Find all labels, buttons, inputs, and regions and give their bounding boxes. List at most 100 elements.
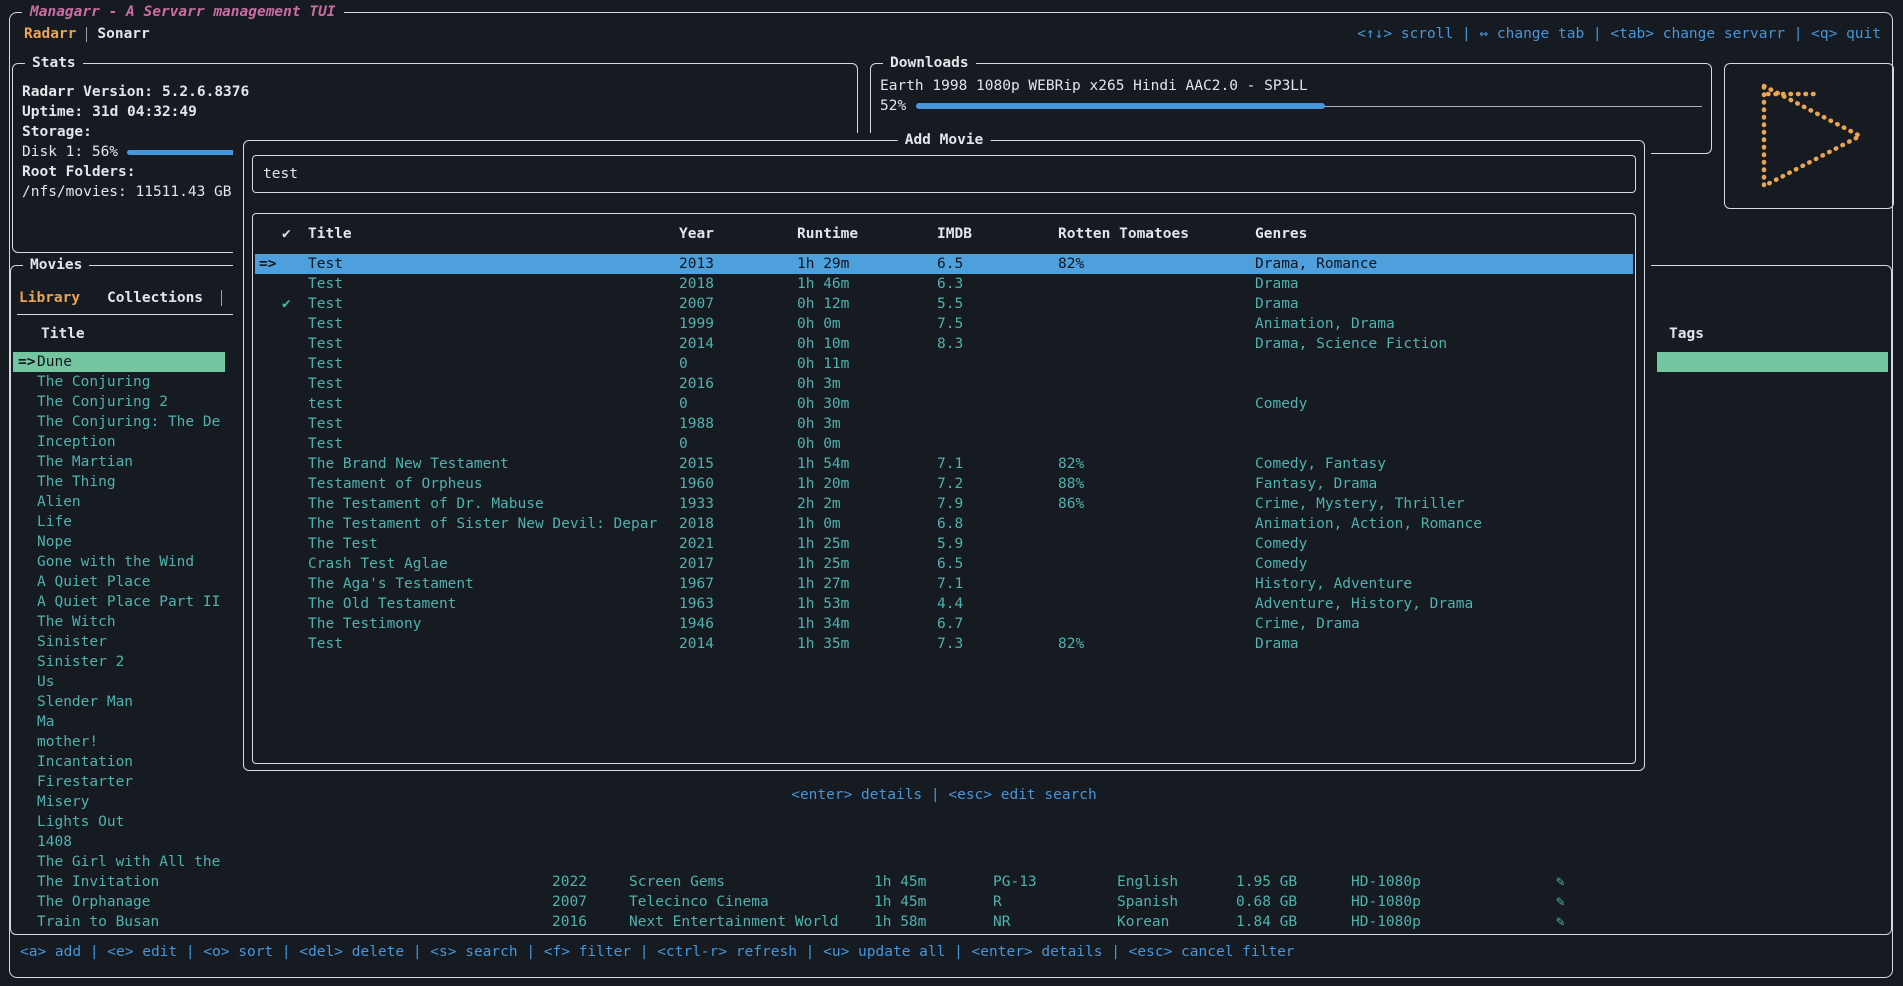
divider [17, 314, 233, 315]
footer-keybinds: <a> add | <e> edit | <o> sort | <del> de… [20, 942, 1295, 962]
movie-rating: R [993, 892, 1002, 912]
result-rt [1058, 334, 1255, 354]
add-movie-table: ✔ Title Year Runtime IMDB Rotten Tomatoe… [252, 213, 1636, 764]
result-year: 1963 [679, 594, 797, 614]
result-rt [1058, 594, 1255, 614]
result-runtime: 0h 10m [797, 334, 937, 354]
pencil-icon: ✎ [1556, 872, 1565, 892]
result-runtime: 1h 0m [797, 514, 937, 534]
movie-title: The Martian [37, 452, 225, 472]
selection-marker [259, 414, 282, 434]
movie-title: Lights Out [37, 812, 225, 832]
checked-mark [282, 394, 308, 414]
selection-marker [13, 452, 37, 472]
checked-mark [282, 474, 308, 494]
add-movie-result-row[interactable]: Test19990h 0m7.5Animation, Drama [253, 314, 1635, 334]
add-movie-result-row[interactable]: Test20141h 35m7.382%Drama [253, 634, 1635, 654]
result-runtime: 1h 46m [797, 274, 937, 294]
result-runtime: 1h 20m [797, 474, 937, 494]
result-rt: 88% [1058, 474, 1255, 494]
result-runtime: 1h 34m [797, 614, 937, 634]
result-year: 1946 [679, 614, 797, 634]
result-year: 2015 [679, 454, 797, 474]
uptime-value: 31d 04:32:49 [92, 102, 197, 122]
add-movie-result-row[interactable]: The Testament of Sister New Devil: Depar… [253, 514, 1635, 534]
add-movie-result-row[interactable]: The Brand New Testament20151h 54m7.182%C… [253, 454, 1635, 474]
add-movie-result-row[interactable]: The Testimony19461h 34m6.7Crime, Drama [253, 614, 1635, 634]
add-movie-result-row[interactable]: Test20160h 3m [253, 374, 1635, 394]
tab-collections[interactable]: Collections [107, 288, 203, 308]
movie-title-cell: Us [13, 672, 225, 692]
uptime-label: Uptime: [22, 102, 83, 122]
result-runtime: 1h 27m [797, 574, 937, 594]
result-genres [1255, 414, 1635, 434]
result-imdb: 7.2 [937, 474, 1058, 494]
selection-marker [13, 552, 37, 572]
checked-mark [282, 514, 308, 534]
library-row[interactable]: Train to Busan2016Next Entertainment Wor… [11, 912, 1891, 932]
result-genres: Drama, Science Fiction [1255, 334, 1635, 354]
result-runtime: 1h 25m [797, 534, 937, 554]
library-row[interactable]: The Orphanage2007Telecinco Cinema1h 45mR… [11, 892, 1891, 912]
movie-rating: NR [993, 912, 1010, 932]
result-rt [1058, 274, 1255, 294]
result-year: 2016 [679, 374, 797, 394]
movie-title: Sinister 2 [37, 652, 225, 672]
result-year: 1988 [679, 414, 797, 434]
add-movie-result-row[interactable]: Testament of Orpheus19601h 20m7.288%Fant… [253, 474, 1635, 494]
tab-sonarr[interactable]: Sonarr [97, 24, 149, 44]
result-title: The Test [308, 534, 679, 554]
result-rt [1058, 434, 1255, 454]
selection-marker [13, 652, 37, 672]
add-movie-result-row[interactable]: Test00h 11m [253, 354, 1635, 374]
search-input[interactable] [253, 156, 1635, 192]
movie-title: The Orphanage [37, 892, 225, 912]
result-rt: 86% [1058, 494, 1255, 514]
add-movie-result-row[interactable]: The Aga's Testament19671h 27m7.1History,… [253, 574, 1635, 594]
add-movie-result-row[interactable]: Test00h 0m [253, 434, 1635, 454]
checked-mark [282, 354, 308, 374]
selection-marker [259, 434, 282, 454]
movie-title-cell: Misery [13, 792, 225, 812]
movie-title-cell: The Martian [13, 452, 225, 472]
stat-version-line: Radarr Version: 5.2.6.8376 [22, 82, 848, 102]
add-movie-result-row[interactable]: Test20181h 46m6.3Drama [253, 274, 1635, 294]
selection-marker [259, 554, 282, 574]
add-movie-result-row[interactable]: ✔Test20070h 12m5.5Drama [253, 294, 1635, 314]
add-movie-result-row[interactable]: =>Test20131h 29m6.582%Drama, Romance [255, 254, 1633, 274]
result-genres: Fantasy, Drama [1255, 474, 1635, 494]
result-runtime: 2h 2m [797, 494, 937, 514]
tab-library[interactable]: Library [19, 288, 80, 308]
checked-mark [282, 494, 308, 514]
result-genres [1255, 374, 1635, 394]
column-header-check: ✔ [282, 224, 308, 244]
add-movie-result-row[interactable]: The Testament of Dr. Mabuse19332h 2m7.98… [253, 494, 1635, 514]
add-movie-result-row[interactable]: Crash Test Aglae20171h 25m6.5Comedy [253, 554, 1635, 574]
add-movie-result-row[interactable]: Test19880h 3m [253, 414, 1635, 434]
result-imdb: 6.3 [937, 274, 1058, 294]
movie-title-cell: Alien [13, 492, 225, 512]
result-imdb: 6.5 [937, 254, 1058, 274]
add-movie-result-row[interactable]: The Test20211h 25m5.9Comedy [253, 534, 1635, 554]
movie-studio: Next Entertainment World [629, 912, 839, 932]
disk-label: Disk 1: 56% [22, 142, 118, 162]
result-genres: Adventure, History, Drama [1255, 594, 1635, 614]
add-movie-result-row[interactable]: The Old Testament19631h 53m4.4Adventure,… [253, 594, 1635, 614]
result-imdb [937, 394, 1058, 414]
add-movie-popup: Add Movie ✔ Title Year Runtime IMDB Rott… [243, 140, 1645, 771]
selection-marker [259, 314, 282, 334]
result-runtime: 0h 12m [797, 294, 937, 314]
add-movie-result-row[interactable]: Test20140h 10m8.3Drama, Science Fiction [253, 334, 1635, 354]
checked-mark [282, 274, 308, 294]
movie-language: Spanish [1117, 892, 1178, 912]
library-row[interactable]: The Invitation2022Screen Gems1h 45mPG-13… [11, 872, 1891, 892]
movie-title-cell: The Girl with All the [13, 852, 225, 872]
add-movie-result-row[interactable]: test00h 30mComedy [253, 394, 1635, 414]
result-runtime: 1h 54m [797, 454, 937, 474]
movie-title: Alien [37, 492, 225, 512]
result-genres: Animation, Drama [1255, 314, 1635, 334]
checked-mark [282, 374, 308, 394]
root-folder-value: /nfs/movies: 11511.43 GB [22, 182, 232, 202]
result-year: 2017 [679, 554, 797, 574]
tab-radarr[interactable]: Radarr [24, 24, 76, 44]
